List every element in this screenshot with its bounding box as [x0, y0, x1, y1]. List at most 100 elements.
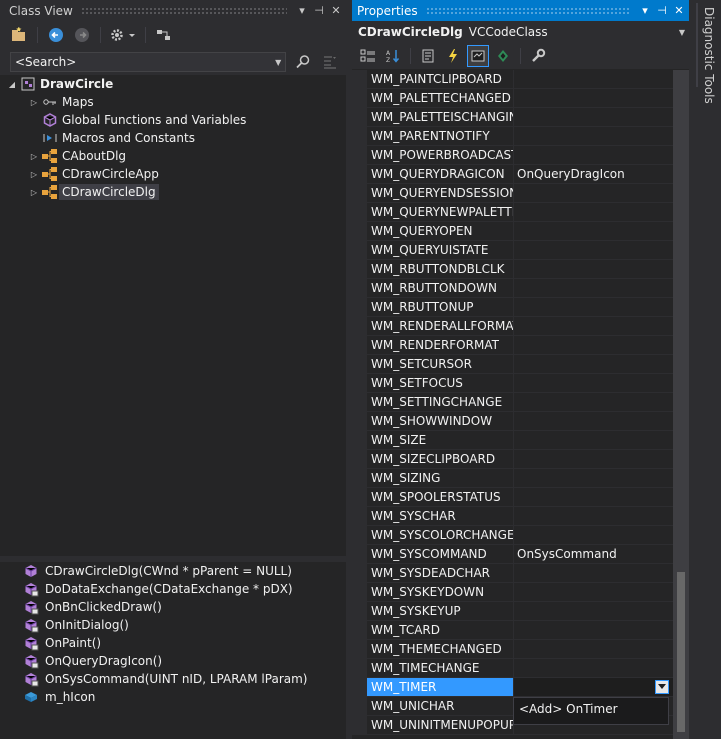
back-icon[interactable] — [45, 24, 67, 46]
property-row[interactable]: WM_RENDERFORMAT — [352, 336, 673, 355]
property-row[interactable]: WM_PAINTCLIPBOARD — [352, 70, 673, 89]
property-value[interactable] — [514, 203, 673, 222]
property-value[interactable] — [514, 431, 673, 450]
member-item[interactable]: OnPaint() — [0, 634, 346, 652]
events-lightning-icon[interactable] — [442, 45, 464, 67]
property-value[interactable] — [514, 393, 673, 412]
property-row[interactable]: WM_TIMECHANGE — [352, 659, 673, 678]
alphabetical-icon[interactable]: AZ — [382, 45, 404, 67]
tree-item[interactable]: ▷ Maps — [0, 93, 97, 111]
titlebar-grip[interactable] — [425, 7, 630, 14]
value-dropdown-button[interactable] — [655, 680, 669, 694]
settings-gear-icon[interactable] — [108, 24, 138, 46]
titlebar-grip[interactable] — [80, 7, 287, 14]
property-row[interactable]: WM_RBUTTONDBLCLK — [352, 260, 673, 279]
property-value[interactable] — [514, 127, 673, 146]
property-value[interactable] — [514, 317, 673, 336]
pin-icon[interactable]: ⊣ — [312, 4, 326, 17]
dropdown-option[interactable]: <Add> OnTimer — [517, 700, 665, 718]
expand-arrow-icon[interactable]: ▷ — [27, 152, 41, 161]
property-value[interactable] — [514, 279, 673, 298]
pin-icon[interactable]: ⊣ — [655, 4, 669, 17]
property-value[interactable] — [514, 450, 673, 469]
member-item[interactable]: OnQueryDragIcon() — [0, 652, 346, 670]
categorized-icon[interactable] — [357, 45, 379, 67]
property-value[interactable] — [514, 70, 673, 89]
property-row[interactable]: WM_SYSDEADCHAR — [352, 564, 673, 583]
property-value[interactable] — [514, 469, 673, 488]
property-value[interactable]: OnQueryDragIcon — [514, 165, 673, 184]
member-item[interactable]: m_hIcon — [0, 688, 346, 706]
search-settings-icon[interactable] — [320, 51, 341, 73]
property-row[interactable]: WM_SHOWWINDOW — [352, 412, 673, 431]
property-row[interactable]: WM_THEMECHANGED — [352, 640, 673, 659]
tree-item[interactable]: ▷ CDrawCircleApp — [0, 165, 162, 183]
property-row[interactable]: WM_SIZING — [352, 469, 673, 488]
property-row[interactable]: WM_PARENTNOTIFY — [352, 127, 673, 146]
property-value[interactable] — [514, 146, 673, 165]
new-folder-icon[interactable] — [8, 24, 30, 46]
object-selector[interactable]: CDrawCircleDlg VCCodeClass ▼ — [352, 21, 689, 43]
tree-item[interactable]: ▷ CAboutDlg — [0, 147, 129, 165]
property-value[interactable] — [514, 526, 673, 545]
property-row[interactable]: WM_SYSKEYDOWN — [352, 583, 673, 602]
property-value[interactable] — [514, 374, 673, 393]
property-row[interactable]: WM_SIZE — [352, 431, 673, 450]
overrides-icon[interactable] — [492, 45, 514, 67]
property-row[interactable]: WM_QUERYOPEN — [352, 222, 673, 241]
property-row[interactable]: WM_SYSCOLORCHANGE — [352, 526, 673, 545]
property-value[interactable] — [514, 583, 673, 602]
window-position-dropdown-icon[interactable]: ▾ — [638, 4, 652, 17]
property-value[interactable] — [514, 602, 673, 621]
property-row[interactable]: WM_RBUTTONDOWN — [352, 279, 673, 298]
property-row[interactable]: WM_QUERYDRAGICON OnQueryDragIcon — [352, 165, 673, 184]
property-row[interactable]: WM_TCARD — [352, 621, 673, 640]
diagnostic-tools-tab[interactable]: Diagnostic Tools — [696, 3, 716, 104]
property-row[interactable]: WM_SPOOLERSTATUS — [352, 488, 673, 507]
property-row[interactable]: WM_QUERYENDSESSION — [352, 184, 673, 203]
property-pages-wrench-icon[interactable] — [527, 45, 549, 67]
member-item[interactable]: CDrawCircleDlg(CWnd * pParent = NULL) — [0, 562, 346, 580]
property-grid-scrollbar[interactable] — [673, 70, 689, 739]
property-row[interactable]: WM_SYSCHAR — [352, 507, 673, 526]
class-diagram-icon[interactable] — [153, 24, 175, 46]
property-value[interactable] — [514, 564, 673, 583]
scrollbar-thumb[interactable] — [677, 572, 685, 732]
property-value[interactable] — [514, 640, 673, 659]
property-row[interactable]: WM_PALETTEISCHANGING — [352, 108, 673, 127]
expand-arrow-icon[interactable]: ▷ — [27, 170, 41, 179]
chevron-down-icon[interactable]: ▼ — [271, 58, 285, 67]
property-value[interactable] — [514, 89, 673, 108]
property-value[interactable] — [514, 678, 673, 697]
property-value[interactable] — [514, 241, 673, 260]
property-value[interactable] — [514, 184, 673, 203]
property-row[interactable]: WM_PALETTECHANGED — [352, 89, 673, 108]
property-row[interactable]: WM_RBUTTONUP — [352, 298, 673, 317]
tree-item[interactable]: Global Functions and Variables — [0, 111, 249, 129]
property-row[interactable]: WM_SIZECLIPBOARD — [352, 450, 673, 469]
property-row[interactable]: WM_SETCURSOR — [352, 355, 673, 374]
property-value[interactable]: OnSysCommand — [514, 545, 673, 564]
property-value[interactable] — [514, 336, 673, 355]
member-item[interactable]: OnBnClickedDraw() — [0, 598, 346, 616]
properties-icon[interactable] — [417, 45, 439, 67]
property-value[interactable] — [514, 222, 673, 241]
property-value[interactable] — [514, 298, 673, 317]
tree-item[interactable]: Macros and Constants — [0, 129, 198, 147]
property-value[interactable] — [514, 108, 673, 127]
search-input[interactable]: <Search> ▼ — [10, 52, 287, 72]
property-value[interactable] — [514, 507, 673, 526]
property-value[interactable] — [514, 412, 673, 431]
property-value[interactable] — [514, 621, 673, 640]
tree-item[interactable]: ▷ CDrawCircleDlg — [0, 183, 159, 201]
chevron-down-icon[interactable]: ▼ — [679, 28, 685, 37]
expanded-arrow-icon[interactable]: ◢ — [5, 80, 19, 89]
property-row[interactable]: WM_QUERYNEWPALETTE — [352, 203, 673, 222]
forward-icon[interactable] — [71, 24, 93, 46]
property-value[interactable] — [514, 659, 673, 678]
property-row[interactable]: WM_SYSKEYUP — [352, 602, 673, 621]
property-row[interactable]: WM_RENDERALLFORMATS — [352, 317, 673, 336]
expand-arrow-icon[interactable]: ▷ — [27, 188, 41, 197]
tree-item[interactable]: ◢ DrawCircle — [0, 75, 116, 93]
member-item[interactable]: OnInitDialog() — [0, 616, 346, 634]
